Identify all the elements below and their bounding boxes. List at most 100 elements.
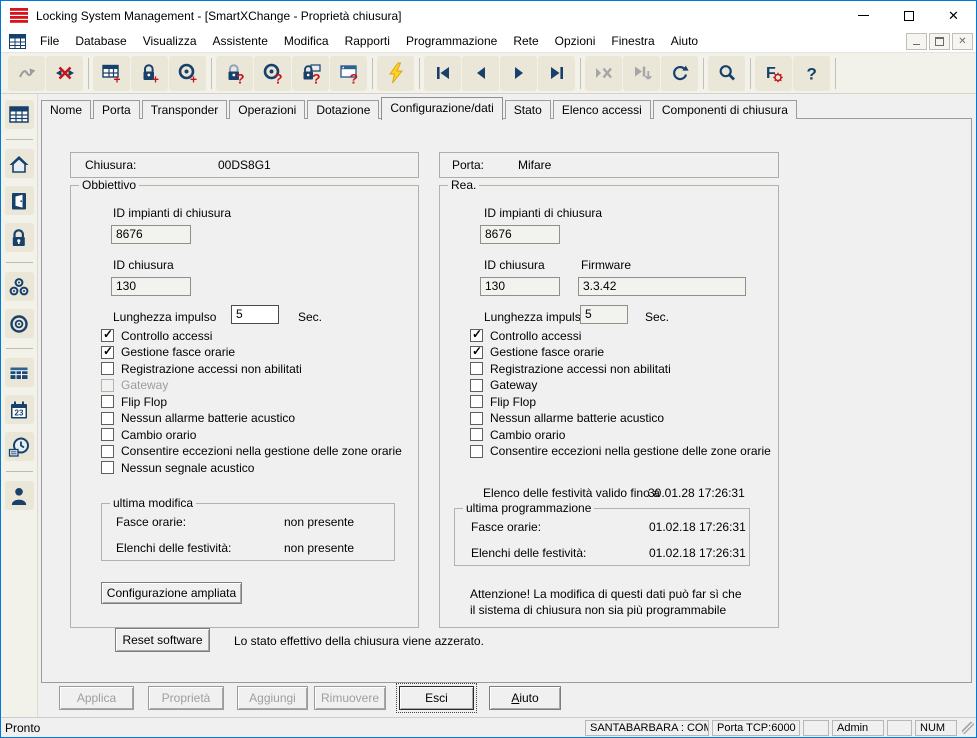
menu-opzioni[interactable]: Opzioni bbox=[547, 31, 604, 51]
exit-button[interactable]: Esci bbox=[399, 686, 474, 710]
tab-stato[interactable]: Stato bbox=[505, 100, 551, 119]
last-record-button[interactable] bbox=[538, 56, 575, 91]
read-lock-button[interactable]: ? bbox=[216, 56, 253, 91]
actual-pulse-field[interactable]: 5 bbox=[580, 305, 628, 324]
menu-rete[interactable]: Rete bbox=[505, 31, 546, 51]
no-acoustic-signal-checkbox[interactable] bbox=[101, 461, 114, 474]
unauthorized-log-checkbox[interactable] bbox=[101, 362, 114, 375]
tab-componenti-di-chiusura[interactable]: Componenti di chiusura bbox=[653, 100, 797, 119]
menu-database[interactable]: Database bbox=[67, 31, 134, 51]
locks-button[interactable] bbox=[5, 223, 34, 252]
tab-strip: Nome Porta Transponder Operazioni Dotazi… bbox=[41, 97, 799, 119]
menu-aiuto[interactable]: Aiuto bbox=[663, 31, 706, 51]
time-zone-control-checkbox[interactable]: ✓ bbox=[101, 346, 114, 359]
add-button[interactable]: Aggiungi bbox=[237, 686, 308, 710]
close-button[interactable]: ✕ bbox=[931, 1, 976, 30]
firmware-field[interactable]: 3.3.42 bbox=[578, 277, 746, 296]
menu-modifica[interactable]: Modifica bbox=[276, 31, 337, 51]
time-zone-exceptions-checkbox[interactable] bbox=[101, 445, 114, 458]
mdi-close-button[interactable]: ✕ bbox=[952, 33, 973, 50]
tab-configurazione-dati[interactable]: Configurazione/dati bbox=[381, 97, 502, 120]
target-pulse-field[interactable]: 5 bbox=[231, 305, 279, 324]
properties-button[interactable]: Proprietà bbox=[148, 686, 224, 710]
program-button[interactable] bbox=[377, 56, 414, 91]
transponders-button[interactable] bbox=[5, 309, 34, 338]
flip-flop-checkbox[interactable] bbox=[101, 395, 114, 408]
disconnect-button[interactable] bbox=[46, 56, 83, 91]
extended-configuration-button[interactable]: Configurazione ampliata bbox=[101, 582, 242, 604]
read-transponder-button[interactable]: ? bbox=[254, 56, 291, 91]
time-zone-clock-icon bbox=[8, 436, 30, 458]
checkbox-row: Consentire eccezioni nella gestione dell… bbox=[470, 445, 771, 458]
time-zones-button[interactable] bbox=[5, 432, 34, 461]
sync-button[interactable] bbox=[8, 56, 45, 91]
time-zone-control-checkbox[interactable]: ✓ bbox=[470, 346, 483, 359]
menu-assistente[interactable]: Assistente bbox=[205, 31, 276, 51]
new-locking-system-button[interactable]: + bbox=[93, 56, 130, 91]
apply-button[interactable]: Applica bbox=[59, 686, 134, 710]
menu-file[interactable]: File bbox=[32, 31, 67, 51]
access-control-checkbox[interactable]: ✓ bbox=[470, 329, 483, 342]
time-change-checkbox[interactable] bbox=[470, 428, 483, 441]
minimize-button[interactable] bbox=[841, 1, 886, 30]
doors-button[interactable] bbox=[5, 186, 34, 215]
transponder-groups-button[interactable] bbox=[5, 272, 34, 301]
previous-record-button[interactable] bbox=[462, 56, 499, 91]
last-change-group: ultima modifica Fasce orarie: non presen… bbox=[101, 503, 395, 561]
new-lock-button[interactable]: + bbox=[131, 56, 168, 91]
actual-pulse-unit: Sec. bbox=[645, 310, 669, 324]
mdi-minimize-button[interactable] bbox=[906, 33, 927, 50]
reset-software-button[interactable]: Reset software bbox=[115, 628, 210, 652]
flip-flop-checkbox[interactable] bbox=[470, 395, 483, 408]
menu-finestra[interactable]: Finestra bbox=[603, 31, 662, 51]
tab-dotazione[interactable]: Dotazione bbox=[307, 100, 379, 119]
time-zone-exceptions-checkbox[interactable] bbox=[470, 445, 483, 458]
status-tcp-port-panel: Porta TCP:6000 bbox=[712, 720, 800, 736]
read-mifare-lock-button[interactable]: ? bbox=[292, 56, 329, 91]
matrix-button[interactable] bbox=[5, 100, 34, 129]
menu-programmazione[interactable]: Programmazione bbox=[398, 31, 505, 51]
tab-elenco-accessi[interactable]: Elenco accessi bbox=[553, 100, 651, 119]
matrix-view-button[interactable] bbox=[5, 358, 34, 387]
no-battery-alarm-checkbox[interactable] bbox=[470, 412, 483, 425]
actual-id-lock-field[interactable]: 130 bbox=[480, 277, 560, 296]
checkbox-row: Registrazione accessi non abilitati bbox=[101, 362, 402, 375]
maximize-button[interactable] bbox=[886, 1, 931, 30]
remove-button[interactable]: Rimuovere bbox=[314, 686, 386, 710]
tab-porta[interactable]: Porta bbox=[93, 100, 140, 119]
firmware-label: Firmware bbox=[581, 258, 631, 272]
time-change-checkbox[interactable] bbox=[101, 428, 114, 441]
mdi-restore-button[interactable] bbox=[929, 33, 950, 50]
filter-settings-button[interactable]: F bbox=[755, 56, 792, 91]
checkbox-row: Gateway bbox=[101, 379, 402, 392]
menu-rapporti[interactable]: Rapporti bbox=[337, 31, 398, 51]
refresh-button[interactable] bbox=[661, 56, 698, 91]
menu-visualizza[interactable]: Visualizza bbox=[135, 31, 205, 51]
read-network-button[interactable]: ? bbox=[330, 56, 367, 91]
search-button[interactable] bbox=[708, 56, 745, 91]
no-battery-alarm-checkbox[interactable] bbox=[101, 412, 114, 425]
calendar-button[interactable]: 23 bbox=[5, 395, 34, 424]
target-id-system-field[interactable]: 8676 bbox=[111, 225, 191, 244]
help-dialog-button[interactable]: Aiuto bbox=[489, 686, 561, 710]
tab-nome[interactable]: Nome bbox=[41, 100, 91, 119]
persons-button[interactable] bbox=[5, 481, 34, 510]
target-id-lock-field[interactable]: 130 bbox=[111, 277, 191, 296]
commit-record-button[interactable] bbox=[623, 56, 660, 91]
actual-id-system-field[interactable]: 8676 bbox=[480, 225, 560, 244]
next-record-button[interactable] bbox=[500, 56, 537, 91]
resize-grip[interactable] bbox=[962, 722, 974, 734]
discard-record-button[interactable] bbox=[585, 56, 622, 91]
new-transponder-button[interactable]: + bbox=[169, 56, 206, 91]
tab-operazioni[interactable]: Operazioni bbox=[229, 100, 305, 119]
access-control-checkbox[interactable]: ✓ bbox=[101, 329, 114, 342]
unauthorized-log-checkbox[interactable] bbox=[470, 362, 483, 375]
areas-button[interactable] bbox=[5, 149, 34, 178]
tab-transponder[interactable]: Transponder bbox=[142, 100, 228, 119]
first-record-button[interactable] bbox=[424, 56, 461, 91]
gateway-checkbox[interactable] bbox=[470, 379, 483, 392]
last-programming-group: ultima programmazione Fasce orarie: 01.0… bbox=[454, 508, 750, 566]
gateway-checkbox[interactable] bbox=[101, 379, 114, 392]
matrix-icon bbox=[8, 104, 30, 126]
help-button[interactable]: ? bbox=[793, 56, 830, 91]
